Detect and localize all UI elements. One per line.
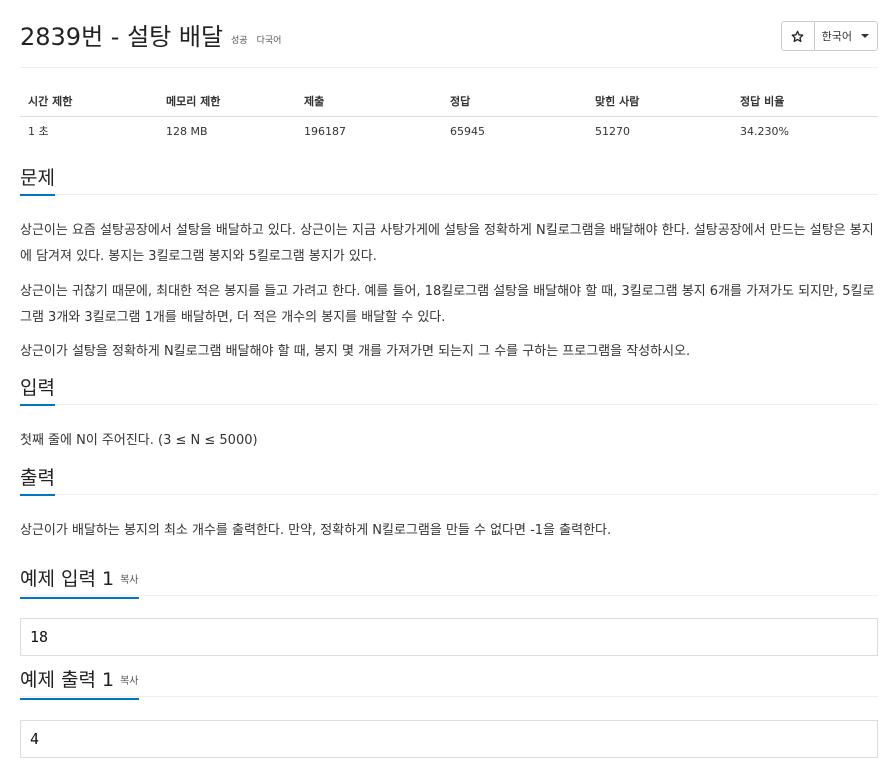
table-header-row: 시간 제한 메모리 제한 제출 정답 맞힌 사람 정답 비율: [20, 86, 878, 117]
toolbar-buttons: 한국어: [780, 21, 878, 51]
sample-output-box[interactable]: 4: [20, 720, 878, 758]
value-memory-limit: 128 MB: [166, 124, 208, 138]
label-multilang[interactable]: 다국어: [257, 36, 282, 46]
header-solvers: 맞힌 사람: [587, 86, 732, 117]
sample-input-title: 예제 입력 1: [20, 568, 115, 590]
copy-sample-output-button[interactable]: 복사: [120, 676, 138, 687]
problem-title: 2839번 - 설탕 배달 성공 다국어: [20, 20, 281, 58]
section-sample-output: 예제 출력 1 복사: [20, 667, 878, 700]
section-output-title: 출력: [20, 465, 55, 496]
problem-number-title: 2839번 - 설탕 배달: [20, 23, 224, 51]
header-ratio: 정답 비율: [732, 86, 878, 117]
value-solvers: 51270: [595, 124, 630, 138]
output-description: 상근이가 배달하는 봉지의 최소 개수를 출력한다. 만약, 정확하게 N킬로그…: [20, 523, 612, 538]
value-accepted: 65945: [450, 124, 485, 138]
caret-down-icon: [861, 34, 869, 38]
section-input: 입력: [20, 375, 878, 406]
header-accepted: 정답: [442, 86, 587, 117]
label-success[interactable]: 성공: [231, 36, 248, 46]
header-memory-limit: 메모리 제한: [158, 86, 296, 117]
sample-output-title: 예제 출력 1: [20, 669, 115, 691]
sample-input-box[interactable]: 18: [20, 618, 878, 656]
section-description: 문제: [20, 165, 878, 196]
language-dropdown[interactable]: 한국어: [815, 22, 877, 50]
favorite-button[interactable]: [782, 22, 815, 50]
sample-output-heading: 예제 출력 1 복사: [20, 667, 139, 700]
value-submissions: 196187: [304, 124, 346, 138]
value-time-limit: 1 초: [28, 125, 49, 139]
description-paragraph-3: 상근이가 설탕을 정확하게 N킬로그램 배달해야 할 때, 봉지 몇 개를 가져…: [20, 344, 691, 359]
input-description: 첫째 줄에 N이 주어진다. (3 ≤ N ≤ 5000): [20, 433, 258, 448]
problem-info-table: 시간 제한 메모리 제한 제출 정답 맞힌 사람 정답 비율 1 초 128 M…: [20, 86, 878, 146]
section-sample-input: 예제 입력 1 복사: [20, 566, 878, 599]
header-submissions: 제출: [296, 86, 442, 117]
copy-sample-input-button[interactable]: 복사: [120, 575, 138, 586]
description-paragraph-1: 상근이는 요즘 설탕공장에서 설탕을 배달하고 있다. 상근이는 지금 사탕가게…: [20, 223, 874, 264]
description-paragraph-2: 상근이는 귀찮기 때문에, 최대한 적은 봉지를 들고 가려고 한다. 예를 들…: [20, 284, 875, 325]
value-ratio: 34.230%: [740, 124, 789, 138]
sample-input-heading: 예제 입력 1 복사: [20, 566, 139, 599]
section-description-title: 문제: [20, 165, 55, 196]
table-row: 1 초 128 MB 196187 65945 51270 34.230%: [20, 116, 878, 146]
language-label: 한국어: [821, 30, 852, 43]
section-input-title: 입력: [20, 375, 55, 406]
section-output: 출력: [20, 465, 878, 496]
header-time-limit: 시간 제한: [20, 86, 158, 117]
star-icon: [791, 30, 804, 42]
problem-header: 2839번 - 설탕 배달 성공 다국어 한국어: [20, 18, 878, 68]
